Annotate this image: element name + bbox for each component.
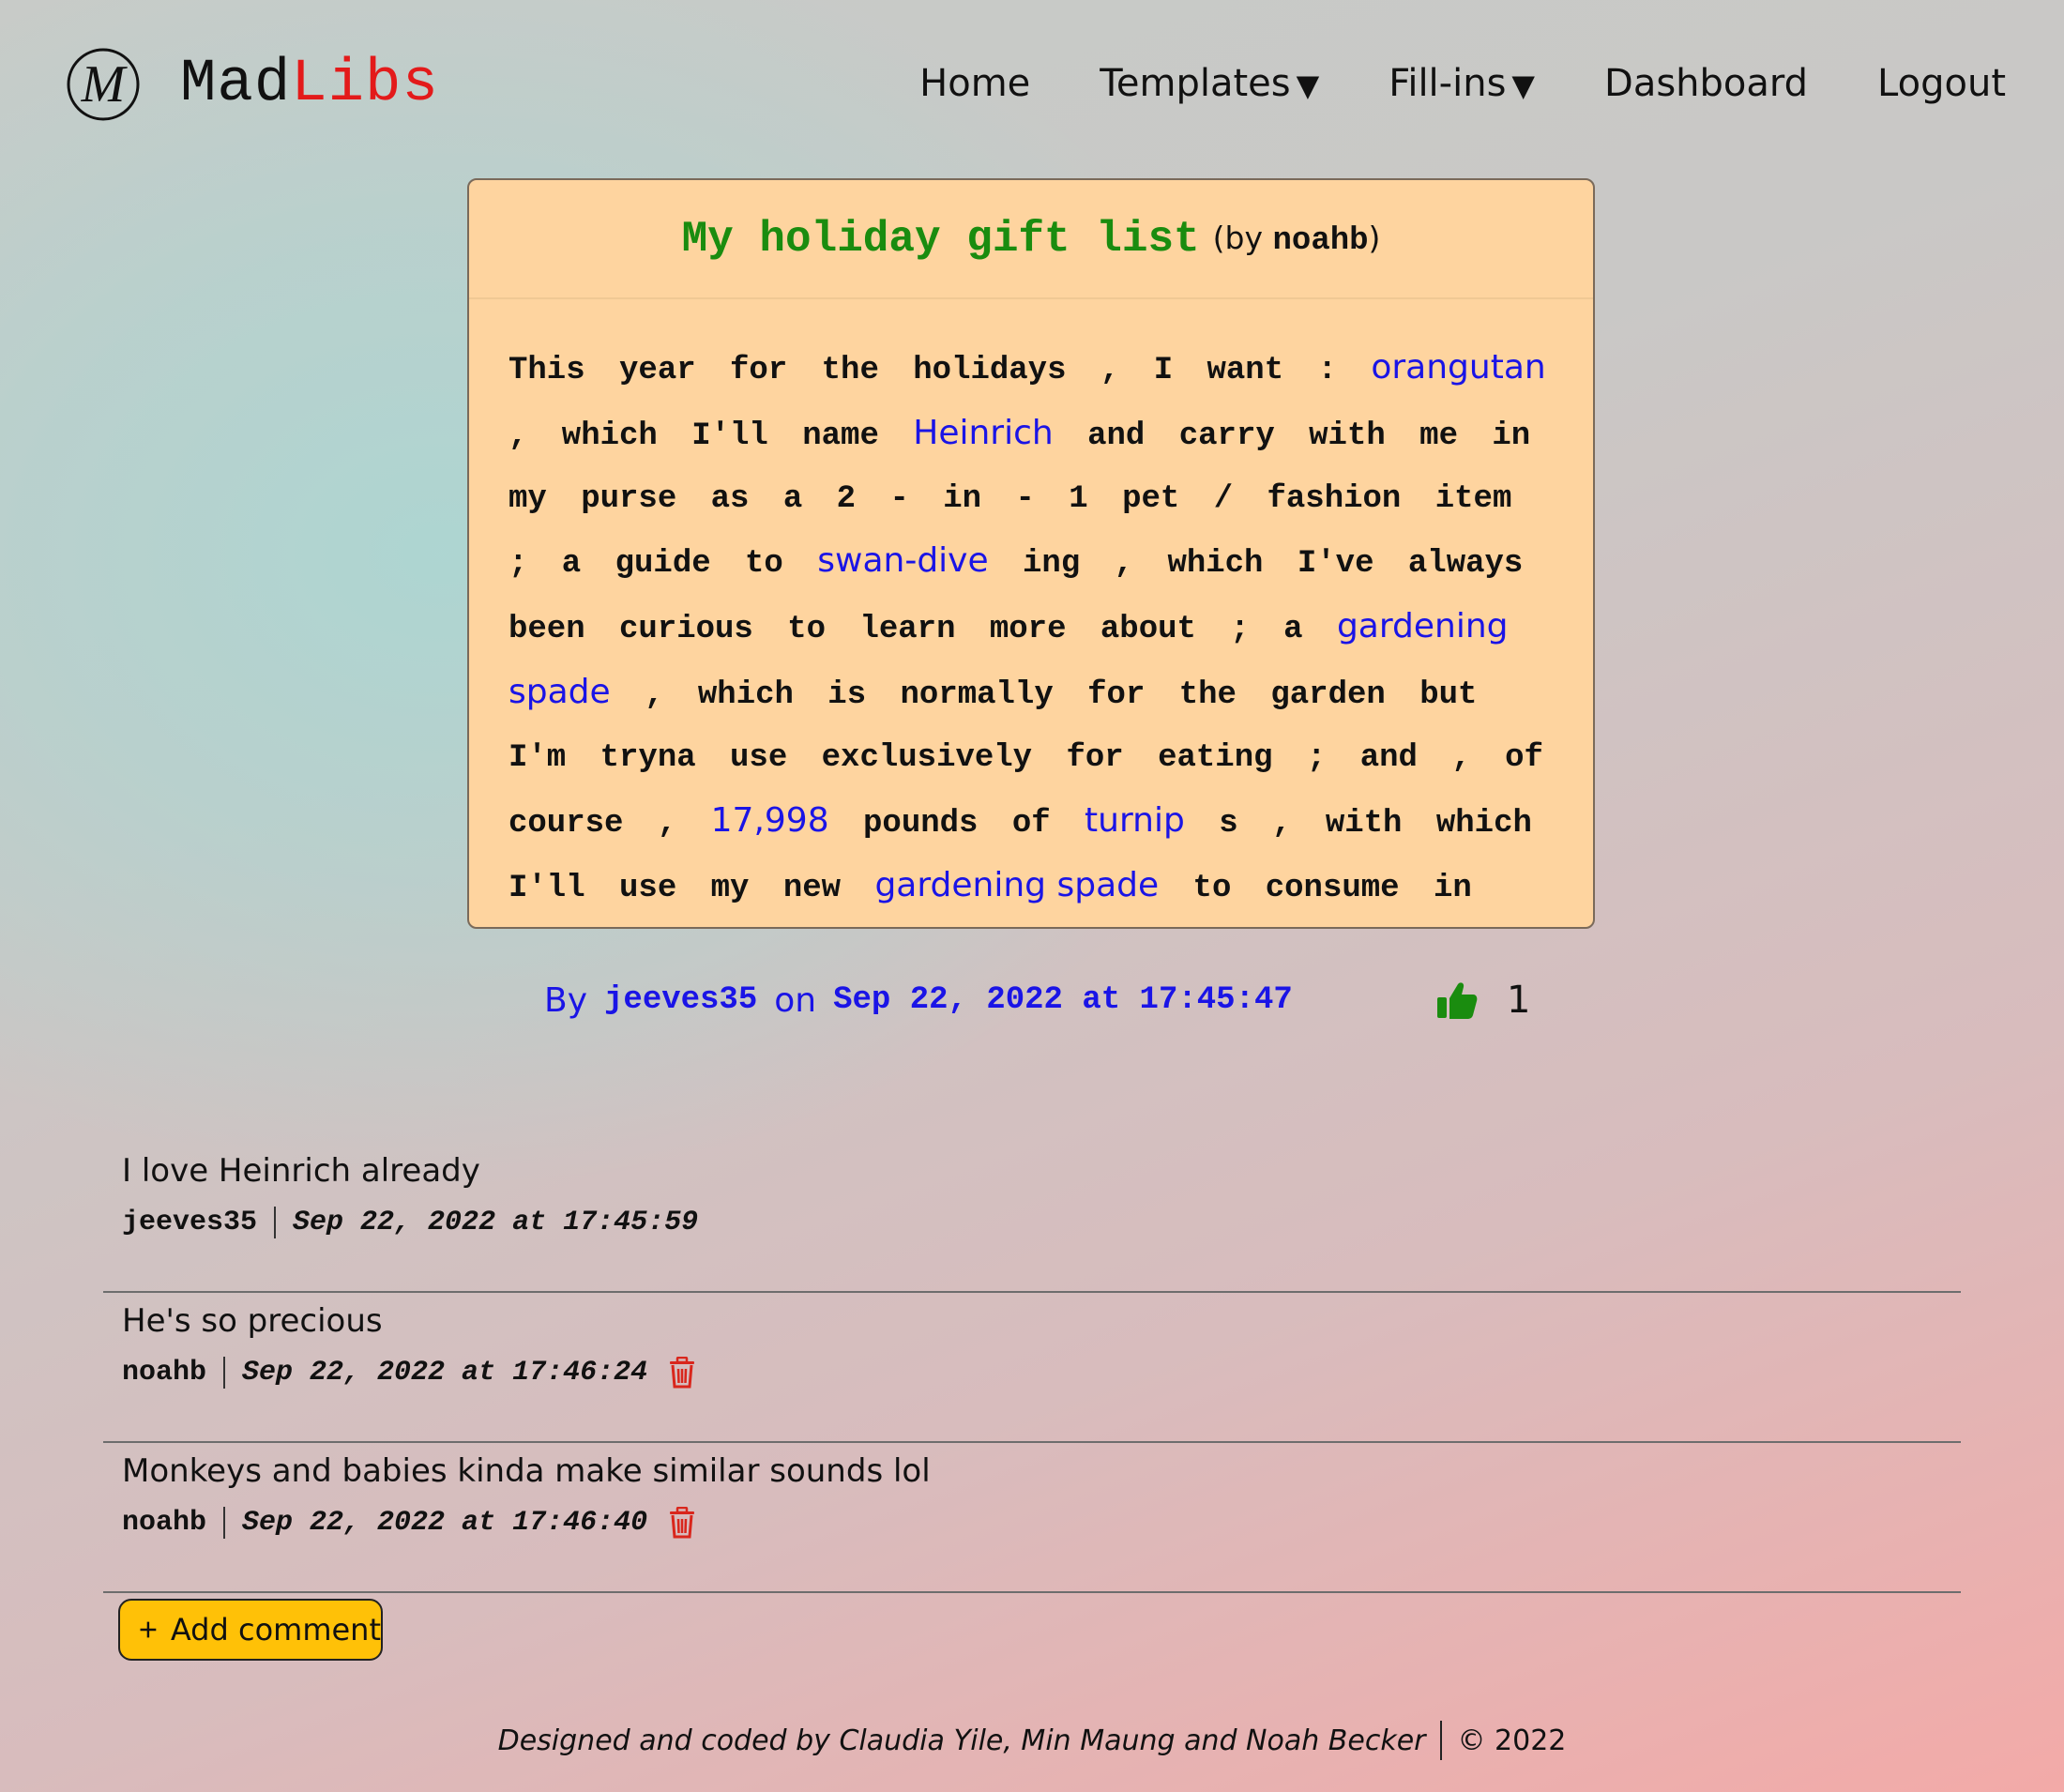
- story-card-header: My holiday gift list (by noahb): [469, 180, 1593, 299]
- comment-time: Sep 22, 2022 at 17:45:59: [293, 1207, 699, 1238]
- comment-item: Monkeys and babies kinda make similar so…: [103, 1445, 1961, 1593]
- nav-fillins-label: Fill-ins: [1389, 62, 1507, 105]
- fill-in-word: turnip: [1085, 800, 1185, 840]
- nav-fillins-dropdown[interactable]: Fill-ins ▼: [1389, 62, 1535, 105]
- comments-list: I love Heinrich already jeeves35 Sep 22,…: [103, 1145, 1961, 1595]
- template-author: noahb: [1272, 222, 1369, 259]
- story-title: My holiday gift list: [681, 214, 1200, 264]
- comment-time: Sep 22, 2022 at 17:46:40: [242, 1507, 648, 1539]
- thumbs-up-icon[interactable]: [1435, 979, 1479, 1022]
- brand-name: MadLibs: [180, 51, 439, 118]
- nav-links: Home Templates ▼ Fill-ins ▼ Dashboard Logo…: [850, 62, 2006, 105]
- meta-divider: [223, 1357, 226, 1389]
- footer-divider: [1440, 1721, 1443, 1760]
- story-template-byline: (by noahb): [1213, 220, 1381, 259]
- meta-divider: [223, 1507, 226, 1539]
- caret-down-icon: ▼: [1296, 68, 1320, 103]
- brand-link[interactable]: M MadLibs: [66, 42, 439, 127]
- comment-time: Sep 22, 2022 at 17:46:24: [242, 1357, 648, 1389]
- brand-name-mad: Mad: [180, 51, 292, 118]
- footer-copyright: © 2022: [1457, 1724, 1567, 1757]
- story-card: My holiday gift list (by noahb) This yea…: [467, 178, 1595, 929]
- story-body: This year for the holidays , I want : or…: [469, 299, 1593, 927]
- caret-down-icon: ▼: [1511, 68, 1536, 103]
- comment-user: noahb: [122, 1507, 207, 1539]
- fill-in-word: orangutan: [1371, 348, 1546, 387]
- comment-meta: noahb Sep 22, 2022 at 17:46:40: [122, 1507, 696, 1539]
- nav-templates-label: Templates: [1100, 62, 1291, 105]
- nav-home-link[interactable]: Home: [919, 62, 1030, 105]
- comment-user: jeeves35: [122, 1207, 258, 1238]
- fill-in-word: 17,998: [710, 800, 829, 840]
- nav-templates-dropdown[interactable]: Templates ▼: [1100, 62, 1319, 105]
- story-meta: By jeeves35 on Sep 22, 2022 at 17:45:47: [544, 972, 1293, 1028]
- meta-date: Sep 22, 2022 at 17:45:47: [833, 982, 1293, 1018]
- comment-text: I love Heinrich already: [122, 1152, 480, 1190]
- comment-meta: jeeves35 Sep 22, 2022 at 17:45:59: [122, 1207, 698, 1238]
- like-count: 1: [1507, 979, 1531, 1022]
- footer: Designed and coded by Claudia Yile, Min …: [0, 1721, 2064, 1760]
- brand-name-libs: Libs: [291, 51, 439, 118]
- trash-icon[interactable]: [668, 1507, 696, 1539]
- meta-on-label: on: [774, 980, 817, 1020]
- story-text: , which I'll name: [508, 418, 914, 454]
- add-comment-button[interactable]: Add comment: [118, 1599, 383, 1661]
- comment-meta: noahb Sep 22, 2022 at 17:46:24: [122, 1357, 696, 1389]
- comment-user: noahb: [122, 1357, 207, 1389]
- meta-divider: [274, 1207, 277, 1238]
- meta-by-label: By: [544, 980, 588, 1020]
- comment-text: He's so precious: [122, 1302, 383, 1340]
- nav-dashboard-link[interactable]: Dashboard: [1604, 62, 1808, 105]
- comment-text: Monkeys and babies kinda make similar so…: [122, 1452, 931, 1490]
- trash-icon[interactable]: [668, 1357, 696, 1389]
- navbar: M MadLibs Home Templates ▼ Fill-ins ▼ Dash…: [0, 0, 2064, 178]
- like-section: 1: [1435, 972, 1530, 1028]
- fill-in-word: Heinrich: [913, 413, 1054, 452]
- meta-author-link[interactable]: jeeves35: [604, 982, 757, 1018]
- comment-item: He's so precious noahb Sep 22, 2022 at 1…: [103, 1295, 1961, 1443]
- byline-close: ): [1368, 219, 1381, 256]
- byline-open: (by: [1212, 219, 1264, 256]
- story-text: pounds of: [828, 805, 1085, 842]
- fill-in-word: swan-dive: [817, 541, 989, 581]
- plus-icon: [140, 1621, 157, 1638]
- footer-credits: Designed and coded by Claudia Yile, Min …: [497, 1724, 1426, 1757]
- story-text: This year for the holidays , I want :: [508, 353, 1372, 388]
- m-circle-logo-icon: M: [67, 48, 140, 121]
- nav-logout-link[interactable]: Logout: [1877, 62, 2006, 105]
- svg-text:M: M: [81, 55, 129, 114]
- comment-item: I love Heinrich already jeeves35 Sep 22,…: [103, 1145, 1961, 1293]
- add-comment-label: Add comment: [170, 1612, 381, 1648]
- fill-in-word: gardening spade: [874, 866, 1160, 905]
